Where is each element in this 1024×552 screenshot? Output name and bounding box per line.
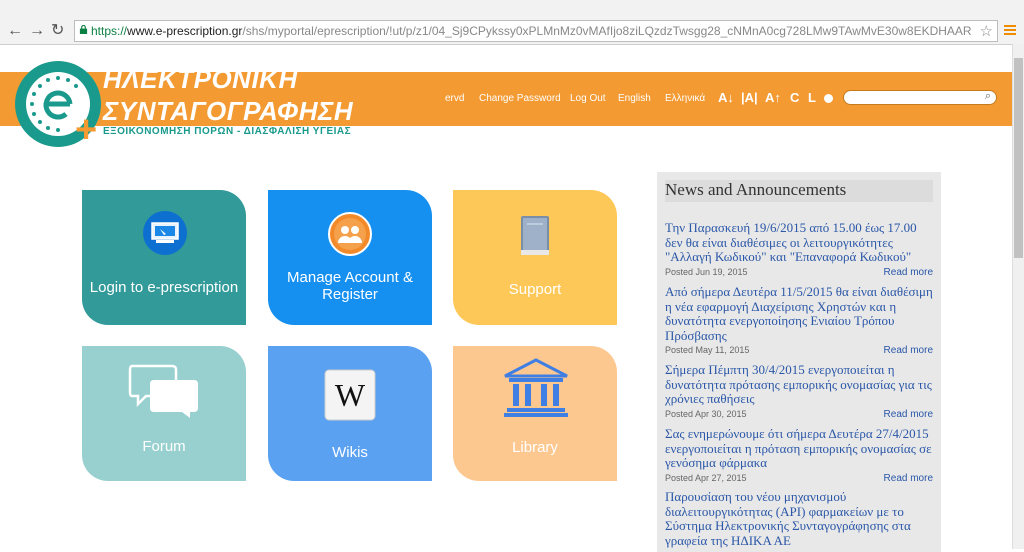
search-icon[interactable]: ⌕ xyxy=(985,90,991,103)
logo-plus-icon: + xyxy=(75,109,98,151)
bookmark-star-icon[interactable]: ☆ xyxy=(980,22,993,40)
browser-toolbar: ← → ↻ https://www.e-prescription.gr/shs/… xyxy=(0,0,1024,45)
font-reset-button[interactable]: |A| xyxy=(741,90,758,105)
rss-icon[interactable] xyxy=(824,94,833,103)
news-item: Την Παρασκευή 19/6/2015 από 15.00 έως 17… xyxy=(665,220,937,281)
url-text: https://www.e-prescription.gr/shs/myport… xyxy=(91,24,971,38)
news-item-date: Posted Jun 19, 2015 xyxy=(665,266,748,277)
login-tile-label: Login to e-prescription xyxy=(89,279,239,296)
news-item-link[interactable]: Από σήμερα Δευτέρα 11/5/2015 θα είναι δι… xyxy=(665,284,937,343)
manage-account-tile[interactable]: Manage Account & Register xyxy=(268,190,432,325)
login-tile[interactable]: Login to e-prescription xyxy=(82,190,246,325)
book-icon xyxy=(521,216,549,255)
logo-title-line1: ΗΛΕΚΤΡΟΝΙΚΗ xyxy=(103,64,298,94)
forum-tile-label: Forum xyxy=(142,438,186,455)
library-tile[interactable]: Library xyxy=(453,346,617,481)
contrast-button[interactable]: C xyxy=(790,90,799,105)
news-item-link[interactable]: Την Παρασκευή 19/6/2015 από 15.00 έως 17… xyxy=(665,220,937,265)
layout-button[interactable]: L xyxy=(808,90,816,105)
back-arrow-icon[interactable]: ← xyxy=(7,23,23,39)
news-item-date: Posted Apr 30, 2015 xyxy=(665,408,747,419)
logo-tagline: ΕΞΟΙΚΟΝΟΜΗΣΗ ΠΟΡΩΝ - ΔΙΑΣΦΑΛΙΣΗ ΥΓΕΙΑΣ xyxy=(103,126,352,137)
news-item-date: Posted Apr 27, 2015 xyxy=(665,472,747,483)
logout-link[interactable]: Log Out xyxy=(570,93,606,104)
svg-text:W: W xyxy=(335,377,366,413)
address-bar[interactable]: https://www.e-prescription.gr/shs/myport… xyxy=(74,20,998,42)
wikis-tile[interactable]: W Wikis xyxy=(268,346,432,481)
english-link[interactable]: English xyxy=(618,93,651,104)
forum-tile[interactable]: Forum xyxy=(82,346,246,481)
news-item-link[interactable]: Σας ενημερώνουμε ότι σήμερα Δευτέρα 27/4… xyxy=(665,426,937,471)
news-item: Παρουσίαση του νέου μηχανισμού διαλειτου… xyxy=(665,489,937,548)
wikipedia-icon: W xyxy=(324,369,376,421)
font-larger-button[interactable]: A↑ xyxy=(765,90,781,105)
read-more-link[interactable]: Read more xyxy=(884,409,933,420)
manage-account-tile-label: Manage Account & Register xyxy=(287,269,413,303)
wikis-tile-label: Wikis xyxy=(332,444,368,461)
news-item-link[interactable]: Παρουσίαση του νέου μηχανισμού διαλειτου… xyxy=(665,489,937,548)
news-item-link[interactable]: Σήμερα Πέμπτη 30/4/2015 ενεργοποιείται η… xyxy=(665,362,937,407)
chat-bubbles-icon xyxy=(128,364,198,418)
font-smaller-button[interactable]: A↓ xyxy=(718,90,734,105)
news-heading: News and Announcements xyxy=(665,180,933,202)
news-item: Από σήμερα Δευτέρα 11/5/2015 θα είναι δι… xyxy=(665,284,937,359)
read-more-link[interactable]: Read more xyxy=(884,345,933,356)
support-tile-label: Support xyxy=(508,281,562,298)
library-tile-label: Library xyxy=(512,439,558,456)
computer-icon xyxy=(143,211,187,255)
scrollbar-thumb[interactable] xyxy=(1014,58,1023,258)
users-icon xyxy=(328,212,372,256)
logo-title-line2: ΣΥΝΤΑΓΟΓΡΑΦΗΣΗ xyxy=(103,96,354,126)
reload-icon[interactable]: ↻ xyxy=(51,23,64,39)
search-input[interactable]: ⌕ xyxy=(843,90,997,105)
news-item: Σήμερα Πέμπτη 30/4/2015 ενεργοποιείται η… xyxy=(665,362,937,423)
library-building-icon xyxy=(504,358,568,417)
read-more-link[interactable]: Read more xyxy=(884,473,933,484)
news-item: Σας ενημερώνουμε ότι σήμερα Δευτέρα 27/4… xyxy=(665,426,937,487)
read-more-link[interactable]: Read more xyxy=(884,267,933,278)
support-tile[interactable]: Support xyxy=(453,190,617,325)
user-link[interactable]: ervd xyxy=(445,93,464,104)
news-item-date: Posted May 11, 2015 xyxy=(665,345,750,355)
change-password-link[interactable]: Change Password xyxy=(479,93,561,104)
forward-arrow-icon[interactable]: → xyxy=(29,23,45,39)
greek-link[interactable]: Ελληνικά xyxy=(665,93,705,104)
lock-icon xyxy=(79,25,88,34)
browser-menu-icon[interactable] xyxy=(1004,25,1016,37)
